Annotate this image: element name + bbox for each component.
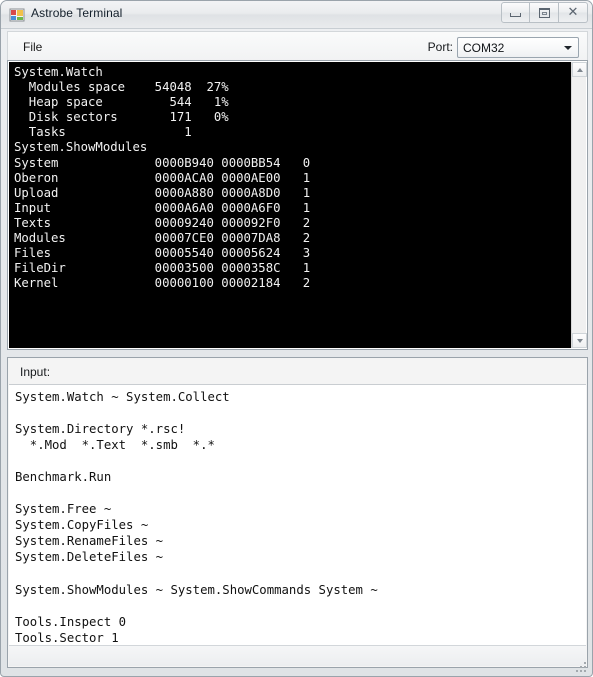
scroll-down-arrow[interactable] — [572, 333, 587, 348]
maximize-icon — [538, 7, 550, 18]
terminal-text: System.Watch Modules space 54048 27% Hea… — [14, 65, 311, 291]
maximize-button[interactable] — [530, 2, 559, 23]
triangle-down-icon — [576, 338, 583, 343]
close-button[interactable]: ✕ — [559, 2, 588, 23]
input-pane: Input: System.Watch ~ System.Collect Sys… — [7, 357, 588, 668]
scroll-up-arrow[interactable] — [572, 62, 587, 77]
title-bar[interactable]: Astrobe Terminal ✕ — [1, 1, 592, 29]
terminal-output-pane: System.Watch Modules space 54048 27% Hea… — [7, 60, 588, 350]
window-controls: ✕ — [501, 2, 588, 23]
application-window: Astrobe Terminal ✕ File Port: COM32 Syst… — [0, 0, 593, 677]
port-select-value: COM32 — [463, 41, 505, 55]
menu-strip: File Port: COM32 — [7, 31, 588, 61]
minimize-button[interactable] — [501, 2, 530, 23]
app-icon — [9, 7, 25, 23]
terminal-console[interactable]: System.Watch Modules space 54048 27% Hea… — [9, 62, 572, 348]
resize-grip[interactable] — [576, 660, 589, 673]
port-select[interactable]: COM32 — [457, 37, 579, 58]
close-icon: ✕ — [567, 5, 579, 20]
terminal-scrollbar[interactable] — [571, 62, 587, 348]
client-area: File Port: COM32 System.Watch Modules sp… — [7, 29, 588, 672]
minimize-icon — [510, 13, 521, 17]
input-label: Input: — [20, 365, 51, 379]
port-label: Port: — [427, 40, 453, 54]
triangle-up-icon — [576, 67, 583, 72]
input-editor[interactable]: System.Watch ~ System.Collect System.Dir… — [9, 384, 586, 646]
menu-item-file[interactable]: File — [18, 39, 47, 55]
input-text: System.Watch ~ System.Collect System.Dir… — [15, 390, 378, 645]
chevron-down-icon[interactable] — [559, 39, 577, 56]
status-bar — [9, 645, 586, 666]
window-title: Astrobe Terminal — [31, 6, 123, 20]
